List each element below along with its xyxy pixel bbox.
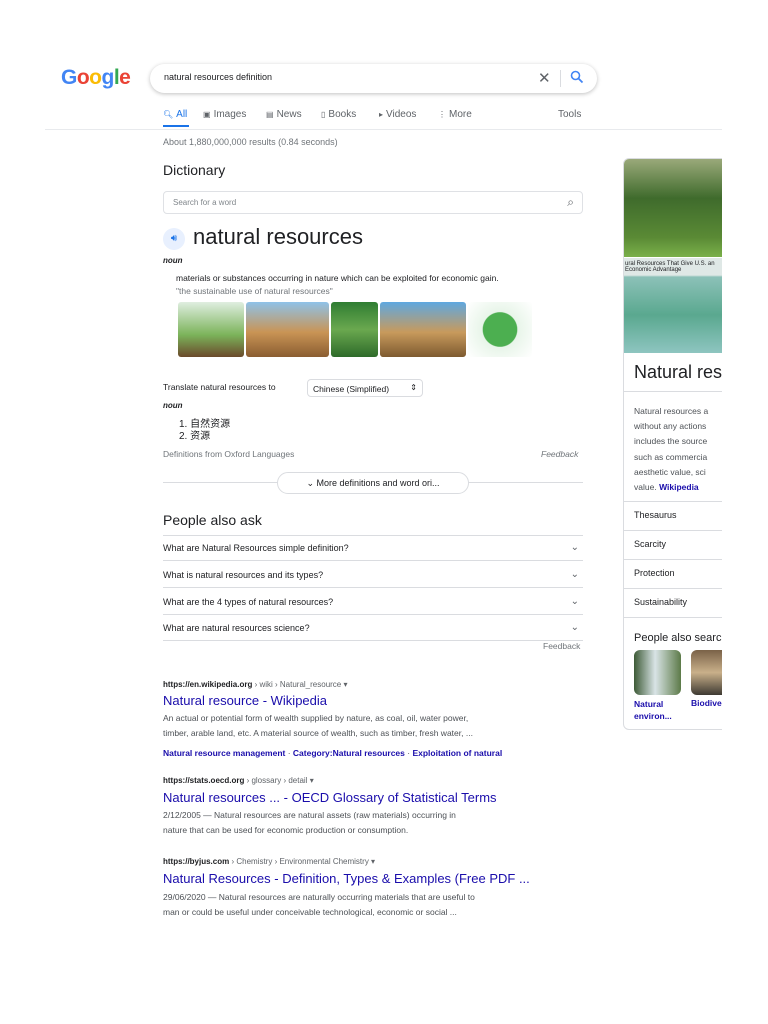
news-icon: ▤ <box>266 110 274 119</box>
result-snippet: An actual or potential form of wealth su… <box>163 713 469 723</box>
result-stats: About 1,880,000,000 results (0.84 second… <box>163 137 338 147</box>
dictionary-feedback[interactable]: Feedback <box>541 449 578 459</box>
placeholder: Search for a word <box>173 198 237 207</box>
sitelink[interactable]: Exploitation of natural <box>412 748 502 758</box>
knowledge-item-scarcity[interactable]: Scarcity <box>624 530 722 559</box>
part-of-speech: noun <box>163 256 183 265</box>
knowledge-item-protection[interactable]: Protection <box>624 559 722 588</box>
chevron-down-icon: ⌄ <box>306 478 317 488</box>
dictionary-source: Definitions from Oxford Languages <box>163 449 295 459</box>
search-icon[interactable] <box>570 70 584 84</box>
translation-2: 2. 资源 <box>179 431 211 442</box>
updown-icon: ⇕ <box>410 383 417 392</box>
definition-image-seedling[interactable] <box>178 302 244 357</box>
people-also-search-heading: People also search for <box>634 632 722 644</box>
divider <box>624 617 722 618</box>
chevron-down-icon: ⌄ <box>570 596 579 607</box>
tab-books[interactable]: ▯ Books <box>321 109 356 120</box>
knowledge-image-forest[interactable] <box>624 159 722 257</box>
translation-pos: noun <box>163 401 183 410</box>
also-search-label[interactable]: Biodive <box>691 698 722 708</box>
divider <box>560 70 561 87</box>
page: Google natural resources definition ✕ 🔍︎… <box>0 0 722 1024</box>
search-box[interactable]: natural resources definition ✕ <box>150 64 597 93</box>
paa-question[interactable]: What is natural resources and its types?… <box>163 562 583 588</box>
wikipedia-link[interactable]: Wikipedia <box>659 482 699 492</box>
word-search-input[interactable]: Search for a word ⌕ <box>163 191 583 214</box>
chevron-down-icon: ⌄ <box>570 569 579 580</box>
search-icon[interactable]: ⌕ <box>567 195 574 210</box>
knowledge-item-sustainability[interactable]: Sustainability <box>624 588 722 617</box>
knowledge-item-thesaurus[interactable]: Thesaurus <box>624 501 722 530</box>
knowledge-image-map[interactable]: ural Resources That Give U.S. an Economi… <box>624 258 722 353</box>
definition-image-infographic[interactable] <box>331 302 378 357</box>
result-title[interactable]: Natural Resources - Definition, Types & … <box>163 871 530 886</box>
result-title[interactable]: Natural resource - Wikipedia <box>163 693 327 708</box>
selected-language: Chinese (Simplified) <box>313 384 390 394</box>
search-input[interactable]: natural resources definition <box>164 72 272 82</box>
tab-videos[interactable]: ▸ Videos <box>379 109 416 120</box>
people-also-ask-heading: People also ask <box>163 512 262 528</box>
result-snippet: 29/06/2020 — Natural resources are natur… <box>163 892 475 902</box>
definition-image-logs-2[interactable] <box>380 302 466 357</box>
divider <box>624 391 722 392</box>
knowledge-description: Natural resources a without any actions in… <box>634 406 709 493</box>
more-vert-icon: ⋮ <box>438 110 446 119</box>
tab-more[interactable]: ⋮ More <box>438 109 472 120</box>
also-search-thumb-biodiversity[interactable] <box>691 650 722 695</box>
sitelink[interactable]: Category:Natural resources <box>293 748 405 758</box>
more-definitions-button[interactable]: ⌄ More definitions and word ori... <box>277 472 469 494</box>
translate-label: Translate natural resources to <box>163 382 276 392</box>
result-snippet: man or could be useful under conceivable… <box>163 907 457 917</box>
tools-button[interactable]: Tools <box>558 109 581 120</box>
dictionary-word: natural resources <box>193 224 363 249</box>
tab-news[interactable]: ▤ News <box>266 109 302 120</box>
sitelink[interactable]: Natural resource management <box>163 748 285 758</box>
result-url[interactable]: https://byjus.com › Chemistry › Environm… <box>163 857 375 866</box>
video-icon: ▸ <box>379 110 384 119</box>
example: "the sustainable use of natural resource… <box>176 286 333 296</box>
tab-all[interactable]: 🔍︎ All <box>163 109 187 120</box>
chevron-down-icon: ⌄ <box>570 542 579 553</box>
image-icon: ▣ <box>203 110 211 119</box>
tab-images[interactable]: ▣ Images <box>203 109 246 120</box>
google-logo[interactable]: Google <box>61 66 131 90</box>
also-search-label[interactable]: Natural environ... <box>634 698 672 722</box>
result-snippet: 2/12/2005 — Natural resources are natura… <box>163 810 456 820</box>
definition-image-logs[interactable] <box>246 302 329 357</box>
sitelinks: Natural resource management · Category:N… <box>163 748 503 758</box>
speaker-icon[interactable]: 🔊︎ <box>163 228 185 250</box>
definition-image-earth[interactable] <box>468 302 532 357</box>
paa-question[interactable]: What are natural resources science? ⌄ <box>163 615 583 641</box>
result-title[interactable]: Natural resources ... - OECD Glossary of… <box>163 790 497 805</box>
result-snippet: timber, arable land, etc. A material sou… <box>163 728 473 738</box>
knowledge-title: Natural resources <box>634 362 722 382</box>
language-select[interactable]: Chinese (Simplified) ⇕ <box>307 379 423 397</box>
paa-feedback[interactable]: Feedback <box>543 641 580 651</box>
clear-icon[interactable]: ✕ <box>538 69 551 87</box>
paa-question[interactable]: What are the 4 types of natural resource… <box>163 589 583 615</box>
also-search-thumb-natural-environment[interactable] <box>634 650 681 695</box>
result-url[interactable]: https://en.wikipedia.org › wiki › Natura… <box>163 680 348 689</box>
active-tab-indicator <box>163 125 189 127</box>
knowledge-panel: ural Resources That Give U.S. an Economi… <box>623 158 722 730</box>
chevron-down-icon: ⌄ <box>570 622 579 633</box>
paa-question[interactable]: What are Natural Resources simple defini… <box>163 535 583 561</box>
header-divider <box>45 129 722 130</box>
result-snippet: nature that can be used for economic pro… <box>163 825 409 835</box>
dictionary-heading: Dictionary <box>163 162 226 178</box>
definition: materials or substances occurring in nat… <box>176 273 499 283</box>
result-url[interactable]: https://stats.oecd.org › glossary › deta… <box>163 776 314 785</box>
book-icon: ▯ <box>321 110 326 119</box>
search-icon: 🔍︎ <box>163 110 174 119</box>
